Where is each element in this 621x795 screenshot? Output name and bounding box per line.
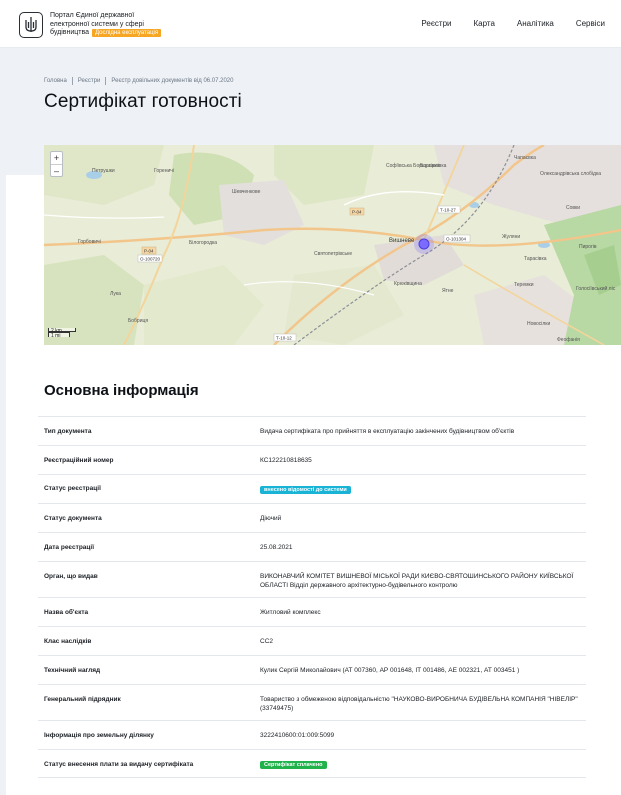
map-label: Совки — [566, 205, 580, 211]
road-shield: Р-04 — [352, 210, 362, 215]
trident-logo-icon[interactable] — [19, 12, 43, 38]
breadcrumb-registries[interactable]: Реєстри — [78, 78, 101, 84]
nav-item-analytics[interactable]: Аналітика — [517, 19, 554, 28]
row-key: Реєстраційний номер — [44, 457, 114, 464]
map-label: Горбовичі — [78, 239, 101, 245]
breadcrumb-current[interactable]: Реєстр довільних документів від 06.07.20… — [111, 78, 233, 84]
row-key: Тип документа — [44, 428, 92, 435]
row-key: Статус внесення плати за видачу сертифік… — [44, 761, 194, 768]
info-table: Тип документа Видача сертифіката про при… — [38, 416, 586, 778]
row-key: Орган, що видав — [44, 573, 98, 580]
map-label: Пирогів — [579, 244, 597, 250]
breadcrumb-home[interactable]: Головна — [44, 78, 67, 84]
nav-item-registries[interactable]: Реєстри — [421, 19, 451, 28]
row-key: Інформація про земельну ділянку — [44, 732, 154, 739]
breadcrumb-separator — [105, 77, 107, 85]
zoom-out-button[interactable]: – — [51, 164, 62, 176]
map-label: Теремки — [514, 282, 534, 288]
table-row: Технічний нагляд Кулик Сергій Миколайови… — [38, 655, 586, 684]
row-value: СС2 — [260, 638, 274, 645]
row-key: Назва об'єкта — [44, 609, 89, 616]
road-shield: Т-10-27 — [440, 208, 456, 213]
row-key: Статус реєстрації — [44, 485, 101, 492]
row-key: Статус документа — [44, 515, 102, 522]
map-label: Жуляни — [502, 234, 520, 240]
row-value: КС122210818635 — [260, 457, 312, 464]
row-value: ВИКОНАВЧИЙ КОМІТЕТ ВИШНЕВОЇ МІСЬКОЇ РАДИ… — [260, 573, 574, 589]
main-nav: Реєстри Карта Аналітика Сервіси — [421, 19, 605, 28]
map-label: Ятне — [442, 288, 454, 294]
row-value: Товариство з обмеженою відповідальністю … — [260, 696, 578, 712]
row-key: Дата реєстрації — [44, 544, 95, 551]
site-header: Портал Єдиної державної електронної сист… — [0, 0, 621, 48]
map-label: Білогородка — [189, 240, 217, 246]
row-value: Кулик Сергій Миколайович (АТ 007360, АР … — [260, 667, 520, 674]
registration-status-badge: внесено відомості до системи — [260, 486, 351, 494]
scale-mi: 1 mi — [48, 332, 70, 339]
row-key: Технічний нагляд — [44, 667, 101, 674]
portal-name[interactable]: Портал Єдиної державної електронної сист… — [50, 12, 162, 38]
map-scale: 2 km 1 mi — [48, 328, 76, 339]
map-label: Новосілки — [527, 321, 550, 327]
table-row: Генеральний підрядник Товариство з обмеж… — [38, 684, 586, 720]
left-strip — [0, 175, 6, 795]
section-title: Основна інформація — [44, 382, 199, 399]
location-map[interactable]: Петрушки Гореничі Горбовичі Шевченкове С… — [44, 145, 621, 345]
road-shield: О-101304 — [446, 237, 467, 242]
page-title: Сертифікат готовності — [44, 91, 242, 112]
map-zoom-control: + – — [50, 151, 63, 177]
payment-status-badge: Сертифікат сплачено — [260, 761, 327, 769]
row-key: Генеральний підрядник — [44, 696, 121, 703]
map-label: Бобриця — [128, 318, 148, 324]
nav-item-map[interactable]: Карта — [474, 19, 495, 28]
map-label: Шевченкове — [232, 189, 261, 195]
row-value: 25.08.2021 — [260, 544, 293, 551]
nav-item-services[interactable]: Сервіси — [576, 19, 605, 28]
beta-badge: Дослідна експлуатація — [92, 29, 162, 37]
portal-name-line3: будівництва — [50, 29, 90, 36]
table-row: Статус внесення плати за видачу сертифік… — [38, 749, 586, 778]
map-label: Чапаєвка — [514, 155, 536, 161]
map-label: Крюківщина — [394, 281, 422, 287]
zoom-in-button[interactable]: + — [51, 152, 62, 164]
road-shield: Т-10-12 — [276, 336, 292, 341]
table-row: Статус документа Діючий — [38, 503, 586, 532]
road-shield: О-100720 — [140, 257, 161, 262]
row-value: Житловий комплекс — [260, 609, 321, 616]
breadcrumb-separator — [71, 77, 73, 85]
table-row: Орган, що видав ВИКОНАВЧИЙ КОМІТЕТ ВИШНЕ… — [38, 561, 586, 597]
map-label: Вишневе — [389, 238, 415, 244]
breadcrumb: Головна Реєстри Реєстр довільних докумен… — [44, 77, 233, 85]
map-label: Борщагівка — [420, 163, 447, 169]
map-label: Гореничі — [154, 168, 174, 174]
row-value: Діючий — [260, 515, 282, 522]
row-value: Видача сертифіката про прийняття в експл… — [260, 428, 515, 435]
road-shield: Р-04 — [144, 249, 154, 254]
table-row: Назва об'єкта Житловий комплекс — [38, 597, 586, 626]
table-row: Інформація про земельну ділянку 32224106… — [38, 720, 586, 749]
table-row: Дата реєстрації 25.08.2021 — [38, 532, 586, 561]
table-row: Статус реєстрації внесено відомості до с… — [38, 474, 586, 503]
trident-icon — [25, 17, 37, 32]
portal-name-line2: електронної системи у сфері — [50, 20, 144, 28]
map-canvas[interactable]: Петрушки Гореничі Горбовичі Шевченкове С… — [44, 145, 621, 345]
table-row: Реєстраційний номер КС122210818635 — [38, 445, 586, 474]
map-label: Петрушки — [92, 168, 115, 174]
table-row: Клас наслідків СС2 — [38, 626, 586, 655]
map-label: Феофанія — [557, 337, 580, 343]
portal-name-line1: Портал Єдиної державної — [50, 12, 135, 19]
map-label: Голосіївський ліс — [576, 285, 616, 292]
table-row: Тип документа Видача сертифіката про при… — [38, 416, 586, 445]
location-marker-icon[interactable] — [418, 238, 430, 250]
map-label: Олександрівська слобідка — [540, 171, 601, 177]
row-key: Клас наслідків — [44, 638, 92, 645]
map-label: Святопетрівське — [314, 251, 352, 257]
map-label: Лука — [110, 291, 121, 297]
map-label: Тарасівка — [524, 256, 547, 262]
row-value: 3222410600:01:009:5099 — [260, 732, 335, 739]
